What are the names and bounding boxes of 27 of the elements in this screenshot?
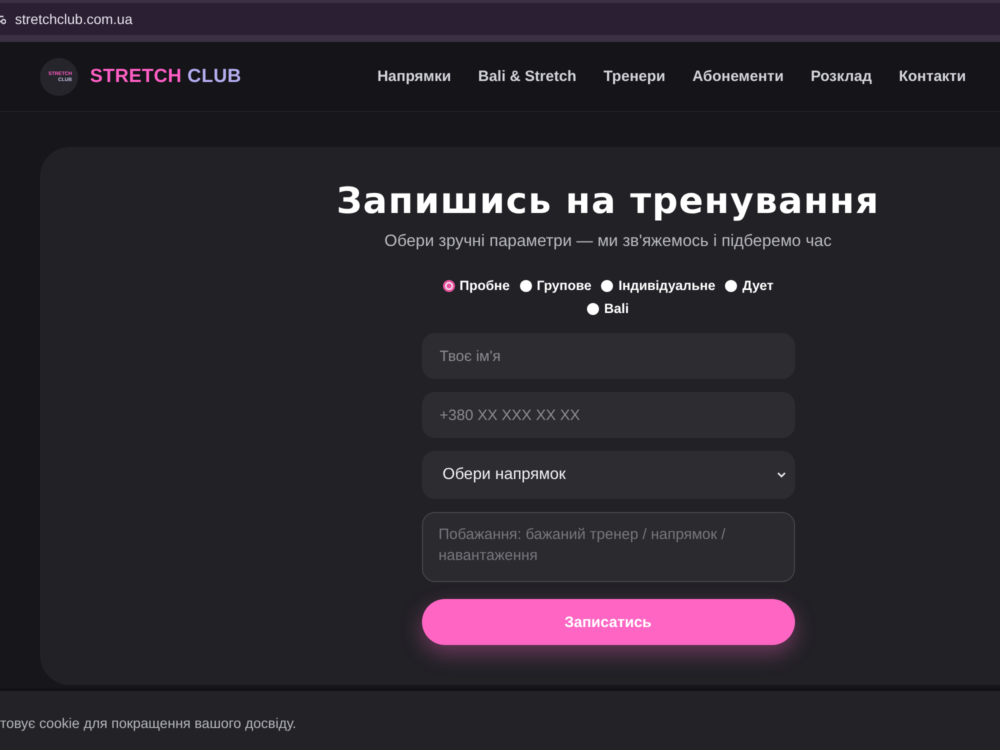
radio-button[interactable] [725,280,738,292]
chevron-icon [776,472,786,478]
url-text[interactable]: stretchclub.com.ua [15,11,132,27]
nav-link[interactable]: Bali & Stretch [478,68,576,85]
cookie-notice: товує cookie для покращення вашого досвіду. [0,714,298,733]
option-label[interactable]: Групове [536,276,592,296]
select-dropdown[interactable]: Обери напрямок [422,451,794,499]
form-title: Запишись на тренування [336,180,880,224]
option-label[interactable]: Індивідуальне [618,276,716,296]
input-field[interactable]: +380 XX XXX XX XX [422,392,794,438]
sliders-icon[interactable] [0,13,6,25]
brand-name[interactable]: STRETCH CLUB [90,66,242,88]
option-label[interactable]: Дует [742,276,774,296]
input-field[interactable]: Твоє ім'я [422,333,794,379]
nav-link[interactable]: Контакти [898,68,966,85]
option-label[interactable]: Bali [604,299,629,319]
nav-link[interactable]: Тренери [603,68,666,85]
radio-button[interactable] [587,303,600,315]
nav-link[interactable]: Напрямки [377,68,452,85]
radio-button[interactable] [601,280,614,292]
nav-link[interactable]: Розклад [810,68,872,85]
form-subtitle: Обери зручні параметри — ми зв'яжемось і підберемо час [384,231,832,251]
radio-button[interactable] [442,280,455,292]
radio-button[interactable] [520,280,532,292]
option-label[interactable]: Пробне [460,276,510,296]
textarea-field[interactable]: Побажання: бажаний тренер / напрямок / навантаження [422,512,794,582]
nav-link[interactable]: Абонементи [692,68,784,85]
